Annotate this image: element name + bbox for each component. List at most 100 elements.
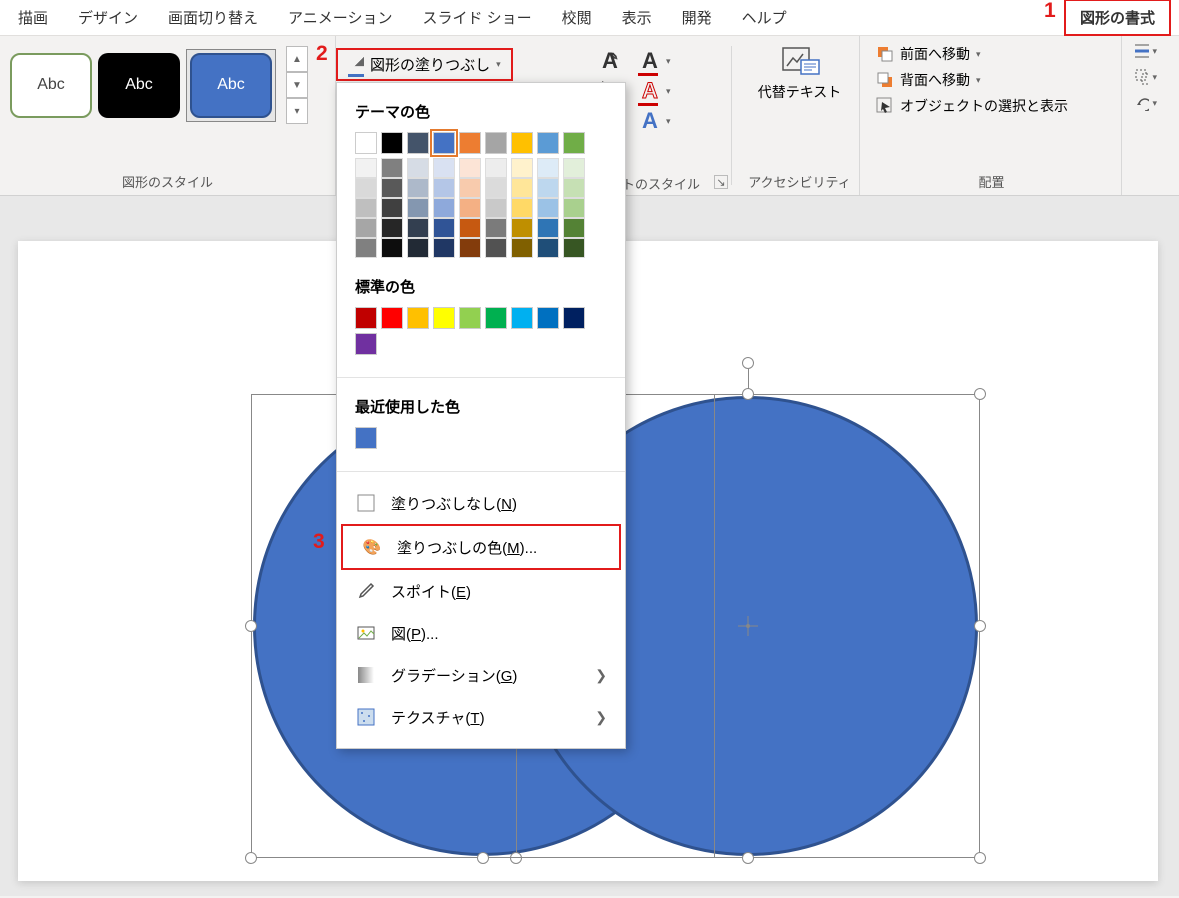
tint-swatch[interactable] [511,178,533,198]
standard-swatch[interactable] [563,307,585,329]
theme-swatch[interactable] [355,132,377,154]
tint-swatch[interactable] [433,238,455,258]
align-button[interactable]: ▾ [1135,42,1157,60]
text-outline-color[interactable]: A▾ [636,78,671,104]
tint-swatch[interactable] [459,238,481,258]
bring-forward[interactable]: 前面へ移動 ▾ [876,44,1107,64]
tint-swatch[interactable] [485,178,507,198]
handle1-sw[interactable] [245,852,257,864]
eyedropper-item[interactable]: スポイト(E) [337,570,625,612]
tint-swatch[interactable] [433,178,455,198]
tint-swatch[interactable] [355,198,377,218]
tint-swatch[interactable] [563,238,585,258]
theme-swatch[interactable] [511,132,533,154]
text-fill-color[interactable]: A▾ [636,48,671,74]
tint-swatch[interactable] [537,158,559,178]
tint-swatch[interactable] [537,198,559,218]
tint-swatch[interactable] [511,238,533,258]
rotate-button[interactable]: ▾ [1135,94,1157,112]
tab-review[interactable]: 校閲 [548,1,606,34]
tint-swatch[interactable] [407,158,429,178]
gradient-fill-item[interactable]: グラデーション(G) ❯ [337,654,625,696]
texture-fill-item[interactable]: テクスチャ(T) ❯ [337,696,625,738]
tint-swatch[interactable] [459,178,481,198]
tint-swatch[interactable] [355,178,377,198]
handle-se[interactable] [974,852,986,864]
tint-swatch[interactable] [381,158,403,178]
tab-transitions[interactable]: 画面切り替え [154,1,272,34]
tint-swatch[interactable] [433,198,455,218]
more-fill-colors-item[interactable]: 3 🎨 塗りつぶしの色(M)... [341,524,621,570]
standard-swatch[interactable] [485,307,507,329]
tab-shape-format[interactable]: 図形の書式 1 [1064,0,1171,36]
handle-ne[interactable] [974,388,986,400]
tint-swatch[interactable] [459,158,481,178]
tint-swatch[interactable] [563,158,585,178]
standard-swatch[interactable] [355,307,377,329]
tint-swatch[interactable] [485,238,507,258]
handle1-w[interactable] [245,620,257,632]
tint-swatch[interactable] [485,198,507,218]
tint-swatch[interactable] [511,158,533,178]
theme-swatch[interactable] [563,132,585,154]
shape-style-gallery[interactable]: Abc Abc Abc ▲ ▼ ▾ [6,40,329,130]
tint-swatch[interactable] [381,238,403,258]
alt-text-button[interactable]: 代替テキスト [746,40,853,105]
text-fill[interactable]: A✎ [596,48,624,74]
tab-design[interactable]: デザイン [64,1,152,34]
standard-swatch[interactable] [459,307,481,329]
tint-swatch[interactable] [381,218,403,238]
tint-swatch[interactable] [407,178,429,198]
tint-swatch[interactable] [433,218,455,238]
gallery-more[interactable]: ▾ [286,98,308,124]
tint-swatch[interactable] [407,238,429,258]
tab-view[interactable]: 表示 [608,1,666,34]
theme-swatch[interactable] [433,132,455,154]
gallery-up[interactable]: ▲ [286,46,308,72]
handle-s[interactable] [742,852,754,864]
tint-swatch[interactable] [407,218,429,238]
wordart-dialog-launcher[interactable]: ↘ [714,175,728,189]
tint-swatch[interactable] [563,198,585,218]
shape-style-1[interactable]: Abc [10,53,92,118]
recent-swatch[interactable] [355,427,377,449]
tint-swatch[interactable] [485,158,507,178]
send-backward[interactable]: 背面へ移動 ▾ [876,70,1107,90]
shape-fill-button[interactable]: 2 図形の塗りつぶし ▾ [336,48,513,81]
tab-slideshow[interactable]: スライド ショー [408,1,545,34]
tint-swatch[interactable] [459,198,481,218]
gallery-down[interactable]: ▼ [286,72,308,98]
rotate-handle[interactable] [742,357,754,369]
theme-swatch[interactable] [459,132,481,154]
tint-swatch[interactable] [381,198,403,218]
tab-help[interactable]: ヘルプ [728,1,801,34]
tab-draw[interactable]: 描画 [4,1,62,34]
standard-swatch[interactable] [433,307,455,329]
tint-swatch[interactable] [459,218,481,238]
tint-swatch[interactable] [485,218,507,238]
group-button[interactable]: ▾ [1135,68,1157,86]
theme-swatch[interactable] [381,132,403,154]
handle-e[interactable] [974,620,986,632]
standard-swatch[interactable] [407,307,429,329]
picture-fill-item[interactable]: 図(P)... [337,612,625,654]
tint-swatch[interactable] [433,158,455,178]
standard-swatch[interactable] [381,307,403,329]
tint-swatch[interactable] [355,158,377,178]
standard-swatch[interactable] [511,307,533,329]
tint-swatch[interactable] [563,178,585,198]
standard-swatch[interactable] [537,307,559,329]
standard-swatch[interactable] [355,333,377,355]
tint-swatch[interactable] [537,238,559,258]
tint-swatch[interactable] [511,198,533,218]
tint-swatch[interactable] [511,218,533,238]
tint-swatch[interactable] [537,178,559,198]
tint-swatch[interactable] [563,218,585,238]
tint-swatch[interactable] [537,218,559,238]
tint-swatch[interactable] [355,238,377,258]
tint-swatch[interactable] [381,178,403,198]
tint-swatch[interactable] [355,218,377,238]
tint-swatch[interactable] [407,198,429,218]
text-effects[interactable]: A▾ [636,108,671,134]
tab-animations[interactable]: アニメーション [274,1,406,34]
